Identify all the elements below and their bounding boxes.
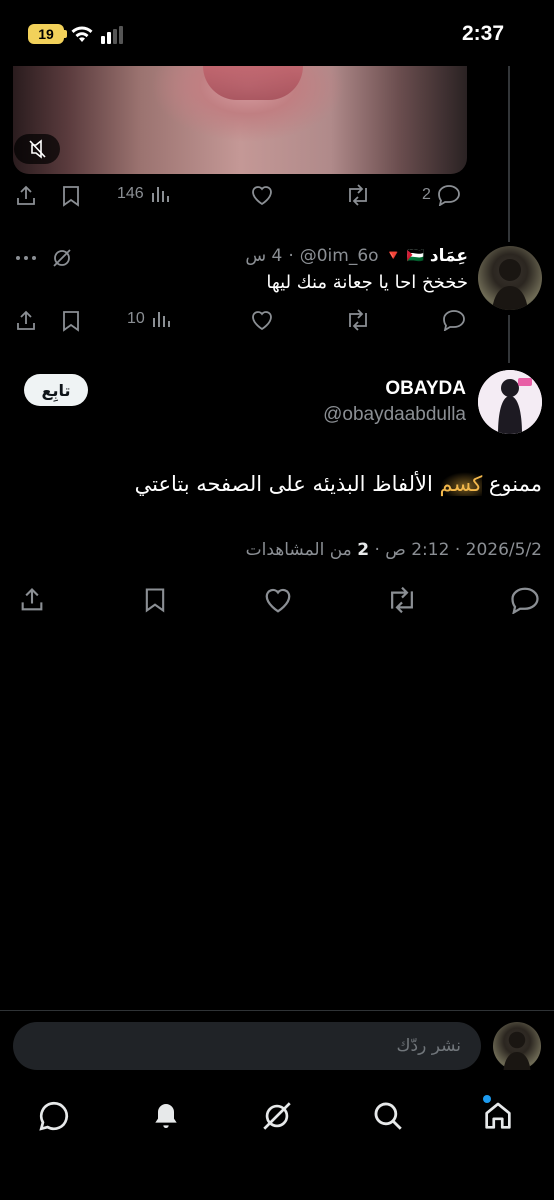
repost-icon xyxy=(349,184,367,206)
share-icon xyxy=(17,185,35,205)
tweet-text-end: الألفاظ البذيئه على الصفحه بتاعتي xyxy=(134,472,440,496)
wifi-icon xyxy=(70,24,94,44)
nav-search[interactable] xyxy=(368,1096,408,1136)
notification-dot xyxy=(483,1095,491,1103)
share-button[interactable] xyxy=(18,586,46,614)
current-user-avatar[interactable] xyxy=(493,1022,541,1070)
profile-illustration xyxy=(478,370,542,434)
repost-icon xyxy=(349,309,367,331)
reply-count: 2 xyxy=(422,186,431,203)
person-silhouette xyxy=(503,1031,531,1070)
follow-button[interactable]: تابِع xyxy=(24,374,88,406)
speaker-muted-icon xyxy=(29,139,46,159)
comment-icon xyxy=(443,310,465,331)
like-button[interactable] xyxy=(250,184,274,206)
battery-level: 19 xyxy=(38,26,54,42)
bookmark-button[interactable] xyxy=(60,184,82,208)
views-count: 2 xyxy=(357,540,370,560)
post-time: 2:12 ص xyxy=(385,540,450,560)
heart-icon xyxy=(252,186,272,206)
repost-button[interactable] xyxy=(386,586,418,614)
avatar[interactable] xyxy=(478,370,542,434)
divider xyxy=(0,1010,554,1011)
search-icon xyxy=(374,1102,402,1130)
person-silhouette xyxy=(492,259,528,310)
home-icon xyxy=(485,1102,511,1129)
reply-input[interactable] xyxy=(13,1022,481,1070)
separator-dot: · xyxy=(288,246,294,266)
share-icon xyxy=(17,310,35,330)
post-date: 2026/5/2 xyxy=(465,540,542,560)
bookmark-icon xyxy=(145,588,165,613)
author-name[interactable]: OBAYDA xyxy=(385,378,466,400)
video-player[interactable] xyxy=(13,66,467,174)
comment-icon xyxy=(511,587,539,614)
views-count: 10 xyxy=(127,310,145,327)
separator-dot: · xyxy=(449,540,461,560)
analytics-icon xyxy=(152,312,170,327)
chat-bubble-icon xyxy=(39,1101,69,1131)
repost-button[interactable] xyxy=(345,309,371,331)
repost-icon xyxy=(391,586,413,614)
thread-connector xyxy=(508,66,510,242)
tweet-body: ممنوع كسم الألفاظ البذيئه على الصفحه بتا… xyxy=(135,472,542,496)
bookmark-button[interactable] xyxy=(142,586,168,614)
author-handle[interactable]: @0im_6o xyxy=(300,246,379,266)
avatar[interactable] xyxy=(478,246,542,310)
like-button[interactable] xyxy=(250,309,274,331)
author-flags: 🇵🇸 🔻 xyxy=(384,248,424,264)
video-frame-detail xyxy=(203,66,303,100)
prev-tweet-actions: 146 2 xyxy=(0,184,554,212)
views-count: 146 xyxy=(117,185,144,202)
more-options-icon[interactable] xyxy=(14,246,38,270)
bookmark-icon xyxy=(63,186,79,207)
views-label: من المشاهدات xyxy=(245,540,352,560)
reply-composer[interactable] xyxy=(13,1022,481,1070)
reply-header: عِمَاد 🇵🇸 🔻 @0im_6o · 4 س xyxy=(245,246,468,266)
like-button[interactable] xyxy=(263,586,293,614)
bookmark-icon xyxy=(63,311,79,332)
tweet-text-start: ممنوع xyxy=(482,472,542,496)
post-time: 4 س xyxy=(245,246,283,266)
main-tweet-actions xyxy=(0,586,554,616)
nav-grok[interactable] xyxy=(257,1096,297,1136)
share-icon xyxy=(21,588,43,611)
grok-icon xyxy=(263,1102,291,1130)
mute-button[interactable] xyxy=(14,134,60,164)
separator-dot: · xyxy=(369,540,380,560)
battery-icon: 19 xyxy=(28,24,64,44)
battery-nub xyxy=(64,30,67,38)
share-button[interactable] xyxy=(14,184,38,208)
comment-icon xyxy=(438,185,460,206)
reply-button[interactable] xyxy=(442,309,466,331)
bookmark-button[interactable] xyxy=(60,309,82,333)
signal-icon xyxy=(101,26,125,44)
views-stat[interactable]: 10 xyxy=(127,309,171,329)
author-name[interactable]: عِمَاد xyxy=(430,246,468,266)
tweet-highlighted-word: كسم xyxy=(439,472,483,496)
heart-icon xyxy=(252,311,272,331)
nav-messages[interactable] xyxy=(34,1096,74,1136)
status-time: 2:37 xyxy=(461,22,504,45)
heart-icon xyxy=(265,588,291,613)
author-handle[interactable]: @obaydaabdulla xyxy=(323,404,466,426)
reply-button[interactable] xyxy=(510,586,540,614)
repost-button[interactable] xyxy=(345,184,371,206)
views-stat[interactable]: 146 xyxy=(117,184,170,204)
grok-icon[interactable] xyxy=(50,246,74,270)
reply-tweet-actions: 10 xyxy=(0,309,554,337)
share-button[interactable] xyxy=(14,309,38,333)
reply-body: خخخخ احا يا جعانة منك ليها xyxy=(266,272,468,293)
tweet-meta: 2026/5/2 · 2:12 ص · 2 من المشاهدات xyxy=(246,540,542,560)
bell-icon xyxy=(155,1104,177,1128)
nav-notifications[interactable] xyxy=(146,1096,186,1136)
analytics-icon xyxy=(151,187,169,202)
reply-button[interactable]: 2 xyxy=(422,184,461,206)
